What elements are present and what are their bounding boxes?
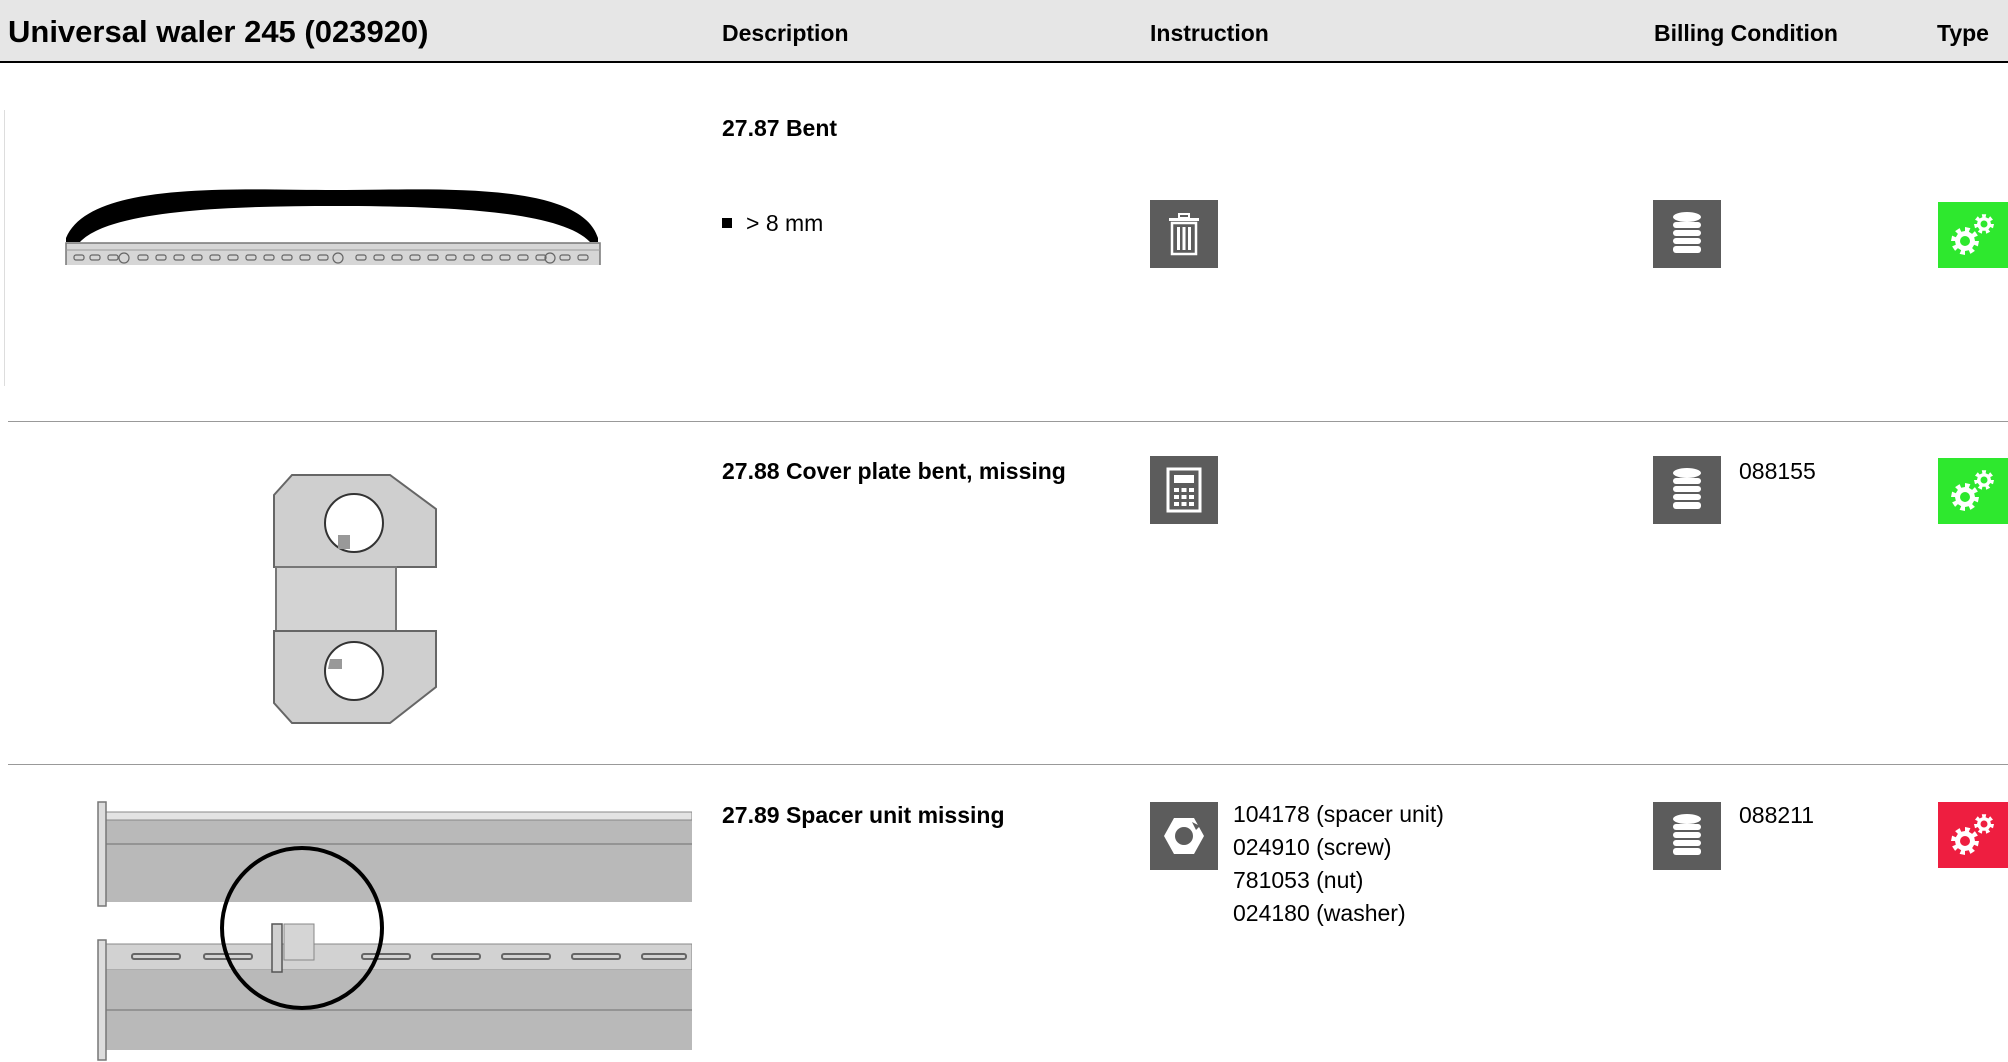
spare-part: 104178 (spacer unit) — [1233, 801, 1444, 827]
bullet-square-icon — [722, 218, 732, 228]
column-header-type: Type — [1937, 20, 1989, 46]
coin-stack-icon[interactable] — [1653, 200, 1721, 268]
coin-stack-icon[interactable] — [1653, 802, 1721, 870]
spare-part: 024910 (screw) — [1233, 834, 1392, 860]
row-divider — [8, 421, 2008, 422]
table-header: Universal waler 245 (023920) Description… — [0, 0, 2008, 63]
gears-icon[interactable] — [1938, 202, 2008, 268]
damage-criterion: > 8 mm — [722, 210, 823, 237]
cover-plate-illustration — [273, 474, 437, 724]
column-header-instruction: Instruction — [1150, 20, 1269, 46]
table-row: 27.87 Bent > 8 mm — [0, 110, 2008, 420]
column-header-billing: Billing Condition — [1654, 20, 1838, 46]
gears-icon-glyph — [1951, 214, 1994, 255]
spare-parts-list: 104178 (spacer unit) 024910 (screw) 7810… — [1233, 798, 1444, 930]
spare-part: 781053 (nut) — [1233, 867, 1364, 893]
trash-icon[interactable] — [1150, 200, 1218, 268]
spacer-unit-illustration — [97, 801, 692, 1061]
coin-stack-icon[interactable] — [1653, 456, 1721, 524]
gears-icon-glyph — [1951, 470, 1994, 511]
billing-code: 088155 — [1739, 458, 1816, 484]
gears-icon[interactable] — [1938, 802, 2008, 868]
divider — [4, 110, 5, 386]
table-row: 27.89 Spacer unit missing 104178 (spacer… — [0, 780, 2008, 1061]
gears-icon[interactable] — [1938, 458, 2008, 524]
damage-title: 27.88 Cover plate bent, missing — [722, 458, 1066, 484]
row-divider — [8, 764, 2008, 765]
nut-icon[interactable] — [1150, 802, 1218, 870]
damage-title: 27.89 Spacer unit missing — [722, 802, 1005, 828]
gears-icon-glyph — [1951, 814, 1994, 855]
column-header-description: Description — [722, 20, 849, 46]
billing-code: 088211 — [1739, 802, 1815, 828]
bent-waler-illustration — [65, 189, 601, 265]
table-row: 27.88 Cover plate bent, missing 088155 — [0, 440, 2008, 740]
damage-title: 27.87 Bent — [722, 115, 838, 141]
page-title: Universal waler 245 (023920) — [8, 14, 429, 49]
spare-part: 024180 (washer) — [1233, 900, 1406, 926]
damage-criterion-text: > 8 mm — [746, 210, 824, 236]
calculator-icon[interactable] — [1150, 456, 1218, 524]
